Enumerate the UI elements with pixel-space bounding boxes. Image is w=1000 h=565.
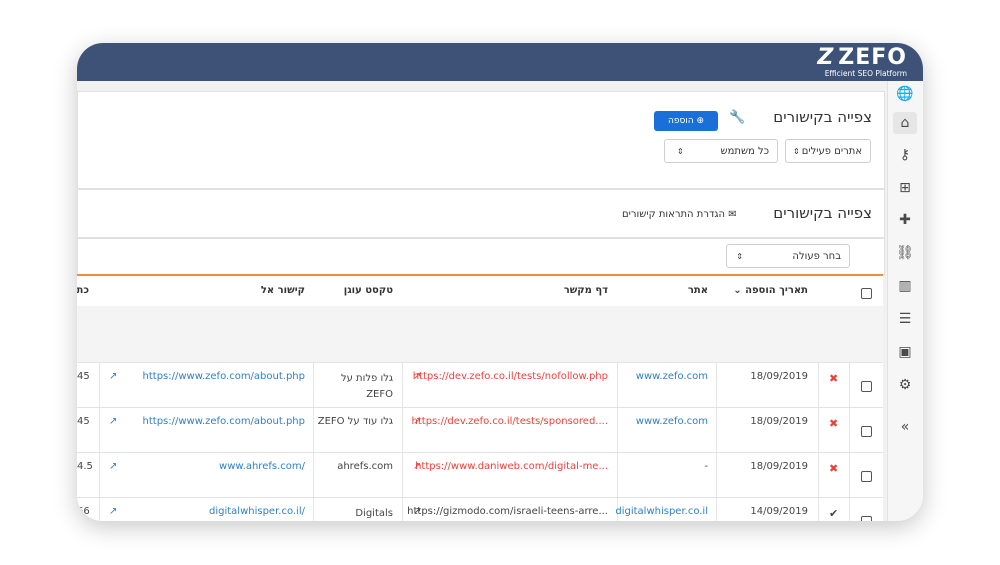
target-url[interactable]: digitalwhisper.co.il/ [209, 506, 305, 517]
zefo-logo[interactable]: Z ZEFO Efficient SEO Platform [817, 46, 907, 78]
filter-row [77, 306, 883, 362]
contact-card-icon[interactable]: ▣ [893, 341, 917, 363]
target-url[interactable]: www.ahrefs.com/ [219, 461, 305, 472]
extra-value: 45 [77, 416, 90, 427]
external-link-icon[interactable]: ↗ [413, 506, 421, 517]
status-icon: ✖ [829, 417, 839, 430]
date-cell: 18/09/2019 [750, 416, 808, 427]
puzzle-icon[interactable]: ✚ [893, 209, 917, 231]
globe-icon[interactable]: 🌐 [893, 83, 917, 105]
bulk-action-value: בחר פעולה [792, 251, 841, 262]
select-all-checkbox[interactable] [861, 288, 872, 299]
column-header-link-page[interactable]: דף מקשר [564, 285, 608, 296]
column-header-date[interactable]: תאריך הוספה ⌄ [733, 285, 808, 296]
anchor-text: ahrefs.com [337, 461, 393, 472]
sort-down-icon[interactable]: ⌄ [733, 285, 741, 296]
row-checkbox[interactable] [861, 471, 872, 482]
date-cell: 18/09/2019 [750, 371, 808, 382]
gear-icon[interactable]: ⚙ [893, 374, 917, 396]
active-sites-select[interactable]: אתרים פעילים ⇕ [785, 139, 871, 163]
column-header-extra[interactable]: כת [77, 285, 89, 296]
table-row: ✖ 18/09/2019 www.zefo.com https://dev.ze… [77, 362, 883, 408]
column-header-link-to[interactable]: קישור אל [261, 285, 305, 296]
page-title: צפייה בקישורים [773, 108, 872, 126]
link-alerts-label: הגדרת התראות קישורים [622, 209, 726, 220]
row-checkbox[interactable] [861, 426, 872, 437]
anchor-text: גלו עוד על ZEFO [317, 416, 393, 427]
top-bar: Z ZEFO Efficient SEO Platform [77, 43, 923, 81]
section-header-panel: צפייה בקישורים ✉ הגדרת התראות קישורים [77, 189, 885, 238]
link-alerts-settings[interactable]: ✉ הגדרת התראות קישורים [622, 209, 737, 220]
site-link: - [704, 461, 708, 472]
anchor-text: Digitals Whisper [355, 508, 393, 519]
row-checkbox[interactable] [861, 516, 872, 521]
table-row: ✖ 18/09/2019 www.zefo.com https://dev.ze… [77, 407, 883, 453]
status-icon: ✖ [829, 462, 839, 475]
column-header-anchor-text[interactable]: טקסט עוגן [344, 285, 393, 296]
status-icon: ✔ [829, 507, 839, 520]
table-row: ✔ 14/09/2019 digitalwhisper.co.il https:… [77, 497, 883, 521]
extra-value: 45 [77, 371, 90, 382]
external-link-icon[interactable]: ↗ [109, 371, 117, 382]
add-button-label: הוספה [667, 116, 694, 126]
target-url[interactable]: https://www.zefo.com/about.php [143, 371, 305, 382]
row-checkbox[interactable] [861, 381, 872, 392]
logo-mark: Z [817, 45, 835, 70]
user-select-value: כל משתמש [720, 146, 769, 157]
site-link[interactable]: www.zefo.com [636, 371, 708, 382]
link-page-url[interactable]: https://gizmodo.com/israeli-teens-arre..… [407, 506, 608, 517]
app-window: Z ZEFO Efficient SEO Platform צפייה בקישו… [77, 43, 923, 521]
bulk-action-select[interactable]: בחר פעולה ⇕ [726, 244, 850, 268]
external-link-icon[interactable]: ↗ [413, 461, 421, 472]
envelope-icon: ✉ [728, 209, 737, 220]
brand-tagline: Efficient SEO Platform [824, 69, 907, 78]
section-title: צפייה בקישורים [773, 204, 872, 222]
plus-circle-icon: ⊕ [696, 116, 705, 126]
home-icon[interactable]: ⌂ [893, 112, 917, 134]
wrench-icon[interactable]: 🔧 [729, 110, 745, 125]
user-select[interactable]: כל משתמש ⇕ [664, 139, 778, 163]
link-page-url[interactable]: https://www.daniweb.com/digital-me... [415, 461, 608, 472]
external-link-icon[interactable]: ↗ [109, 461, 117, 472]
server-icon[interactable]: ☰ [893, 308, 917, 330]
status-icon: ✖ [829, 372, 839, 385]
bulk-action-toolbar: בחר פעולה ⇕ [77, 238, 885, 275]
right-sidebar: 🌐 ⌂ ⚷ ⊞ ✚ ⛓ ▥ ☰ ▣ ⚙ « [887, 81, 923, 521]
external-link-icon[interactable]: ↗ [413, 371, 421, 382]
date-cell: 14/09/2019 [750, 506, 808, 517]
extra-value: 4.5 [77, 461, 93, 472]
sitemap-icon[interactable]: ⊞ [893, 177, 917, 199]
external-link-icon[interactable]: ↗ [109, 506, 117, 517]
link-page-url[interactable]: https://dev.zefo.co.il/tests/nofollow.ph… [413, 371, 608, 382]
anchor-text: גלו פלות על ZEFO [340, 373, 393, 400]
bar-chart-icon[interactable]: ▥ [893, 275, 917, 297]
sort-arrows-icon: ⇕ [736, 252, 743, 261]
link-icon[interactable]: ⛓ [893, 242, 917, 264]
external-link-icon[interactable]: ↗ [109, 416, 117, 427]
brand-name: ZEFO [838, 45, 907, 70]
site-link[interactable]: www.zefo.com [636, 416, 708, 427]
external-link-icon[interactable]: ↗ [413, 416, 421, 427]
date-cell: 18/09/2019 [750, 461, 808, 472]
extra-value: 66 [77, 506, 90, 517]
sort-arrows-icon: ⇕ [677, 147, 684, 156]
page-header-panel: צפייה בקישורים 🔧 ⊕ הוספה אתרים פעילים ⇕ … [77, 91, 885, 189]
add-button[interactable]: ⊕ הוספה [654, 111, 718, 131]
links-table: תאריך הוספה ⌄ אתר דף מקשר טקסט עוגן קישו… [77, 274, 883, 521]
column-header-date-label: תאריך הוספה [745, 285, 808, 296]
column-header-site[interactable]: אתר [688, 285, 708, 296]
link-page-url[interactable]: https://dev.zefo.co.il/tests/sponsored..… [412, 416, 608, 427]
site-link[interactable]: digitalwhisper.co.il [615, 506, 708, 517]
active-sites-value: אתרים פעילים [801, 146, 862, 157]
main-content: צפייה בקישורים 🔧 ⊕ הוספה אתרים פעילים ⇕ … [77, 81, 888, 521]
key-icon[interactable]: ⚷ [893, 144, 917, 166]
target-url[interactable]: https://www.zefo.com/about.php [143, 416, 305, 427]
collapse-icon[interactable]: « [893, 416, 917, 438]
table-row: ✖ 18/09/2019 - https://www.daniweb.com/d… [77, 452, 883, 498]
sort-arrows-icon: ⇕ [793, 147, 800, 156]
